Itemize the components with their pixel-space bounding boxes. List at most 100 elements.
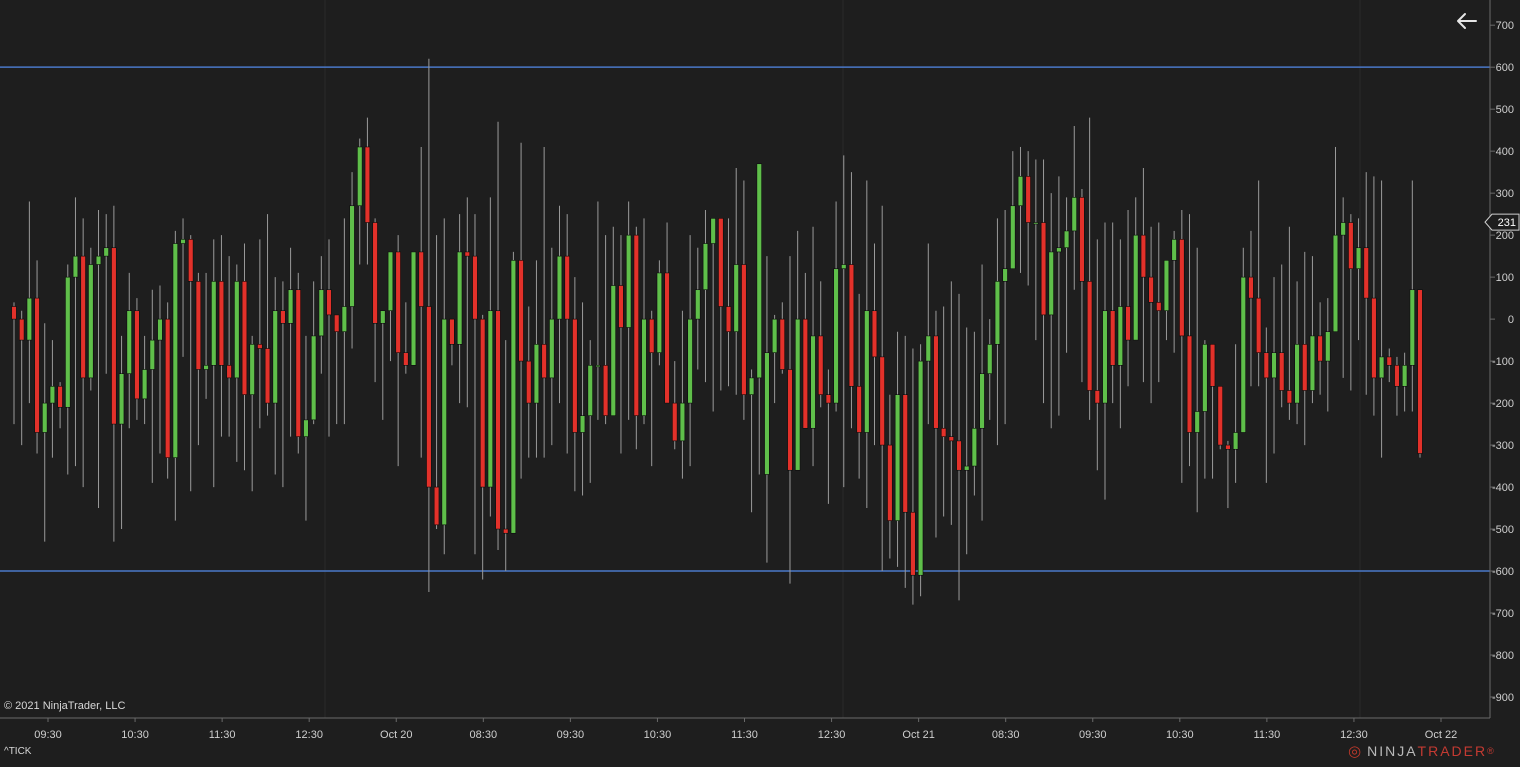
candle-up (349, 205, 355, 307)
candle-up (410, 251, 417, 366)
x-axis[interactable]: 09:30 10:30 11:30 12:30 Oct 20 08:30 09:30 10:3… (0, 717, 1490, 741)
candle-down (526, 360, 532, 404)
back-button[interactable] (1452, 8, 1480, 34)
candle-up (1171, 239, 1177, 261)
candle-up (1033, 222, 1039, 225)
candle-down (518, 260, 524, 362)
x-tick-label: 10:30 (1166, 729, 1194, 741)
candle-down (802, 318, 809, 429)
candle-down (718, 218, 724, 307)
copyright-text: © 2021 NinjaTrader, LLC (4, 700, 126, 712)
y-tick-label: 500 (1496, 104, 1514, 116)
candle-up (771, 318, 778, 354)
candle-down (871, 310, 878, 358)
candle-down (1217, 385, 1223, 446)
candle-up (810, 335, 816, 429)
candle-up (1309, 335, 1316, 391)
candle-up (456, 251, 463, 345)
candle-down (633, 234, 640, 416)
y-tick-label: 400 (1496, 146, 1514, 158)
candle-down (403, 352, 409, 366)
y-tick-label: 300 (1496, 188, 1514, 200)
candle-up (487, 310, 494, 488)
candle-up (65, 276, 71, 408)
last-price-marker: 231 (1484, 213, 1520, 231)
candle-up (994, 281, 1001, 345)
candle-up (1232, 432, 1239, 450)
y-tick-label: 0 (1508, 314, 1514, 326)
candle-down (1394, 364, 1400, 387)
candle-down (1079, 197, 1085, 282)
candle-down (472, 255, 478, 320)
candle-up (595, 364, 601, 368)
candle-up (987, 344, 993, 374)
candle-down (1317, 335, 1323, 362)
brand-trader: TRADER (1417, 743, 1488, 759)
candle-down (11, 306, 17, 320)
y-tick-label: 600 (1496, 62, 1514, 74)
candle-down (1279, 352, 1285, 391)
candle-down (164, 318, 171, 458)
candle-up (625, 234, 632, 328)
candle-down (602, 364, 609, 416)
y-tick-label: -600 (1492, 566, 1514, 578)
candle-up (1117, 306, 1124, 366)
candle-down (449, 318, 455, 345)
candle-down (503, 528, 509, 534)
candle-down (1286, 390, 1293, 404)
y-tick-label: -100 (1492, 356, 1514, 368)
candle-up (579, 415, 586, 433)
candle-down (1248, 276, 1254, 299)
candle-down (426, 306, 432, 488)
candle-down (956, 440, 962, 471)
candle-down (1363, 247, 1369, 299)
candle-up (1340, 222, 1346, 236)
candle-up (864, 310, 870, 433)
candle-down (787, 369, 793, 471)
candle-up (510, 260, 517, 534)
candle-down (19, 318, 25, 341)
candle-up (1163, 260, 1170, 312)
candle-up (794, 318, 801, 471)
candle-up (748, 377, 755, 395)
candle-up (1102, 310, 1108, 404)
x-tick-label: 09:30 (557, 729, 585, 741)
last-price-label: 231 (1498, 217, 1516, 229)
ninjatrader-logo: ◎ NINJA TRADER ® (1348, 742, 1494, 760)
candle-up (1063, 230, 1070, 249)
candle-down (188, 239, 194, 282)
candle-down (564, 255, 570, 320)
arrow-left-icon (1457, 13, 1477, 29)
x-tick-label: 12:30 (1340, 729, 1368, 741)
candle-up (702, 243, 709, 291)
y-axis[interactable]: 700 600 500 400 300 200 100 0 -100 -200 -300 -400 -5… (1489, 0, 1514, 718)
candle-down (1263, 352, 1270, 379)
candle-down (326, 289, 332, 316)
candle-up (203, 364, 209, 370)
x-tick-label: 10:30 (644, 729, 672, 741)
candle-up (103, 247, 109, 257)
candle-up (641, 318, 647, 416)
candle-up (234, 281, 240, 379)
candle-up (1240, 276, 1246, 433)
candle-up (1056, 247, 1062, 253)
candle-up (49, 385, 56, 404)
candle-down (395, 251, 401, 354)
candle-down (257, 344, 263, 349)
chart[interactable]: 700 600 500 400 300 200 100 0 -100 -200 -300 -400 -5… (0, 0, 1520, 762)
y-tick-label: -900 (1492, 692, 1514, 704)
candle-down (364, 146, 371, 223)
candle-up (1332, 234, 1339, 333)
candle-up (764, 352, 770, 475)
y-tick-label: -300 (1492, 440, 1514, 452)
candle-down (1209, 344, 1216, 387)
x-tick-label: 11:30 (1254, 729, 1281, 741)
candle-up (1048, 251, 1054, 316)
y-tick-label: -700 (1492, 608, 1514, 620)
candle-down (948, 436, 955, 442)
candle-up (925, 335, 931, 362)
candle-up (756, 163, 762, 379)
candle-down (134, 310, 140, 400)
x-tick-label: 10:30 (121, 729, 149, 741)
ninjatrader-logo-icon: ◎ (1348, 743, 1364, 760)
